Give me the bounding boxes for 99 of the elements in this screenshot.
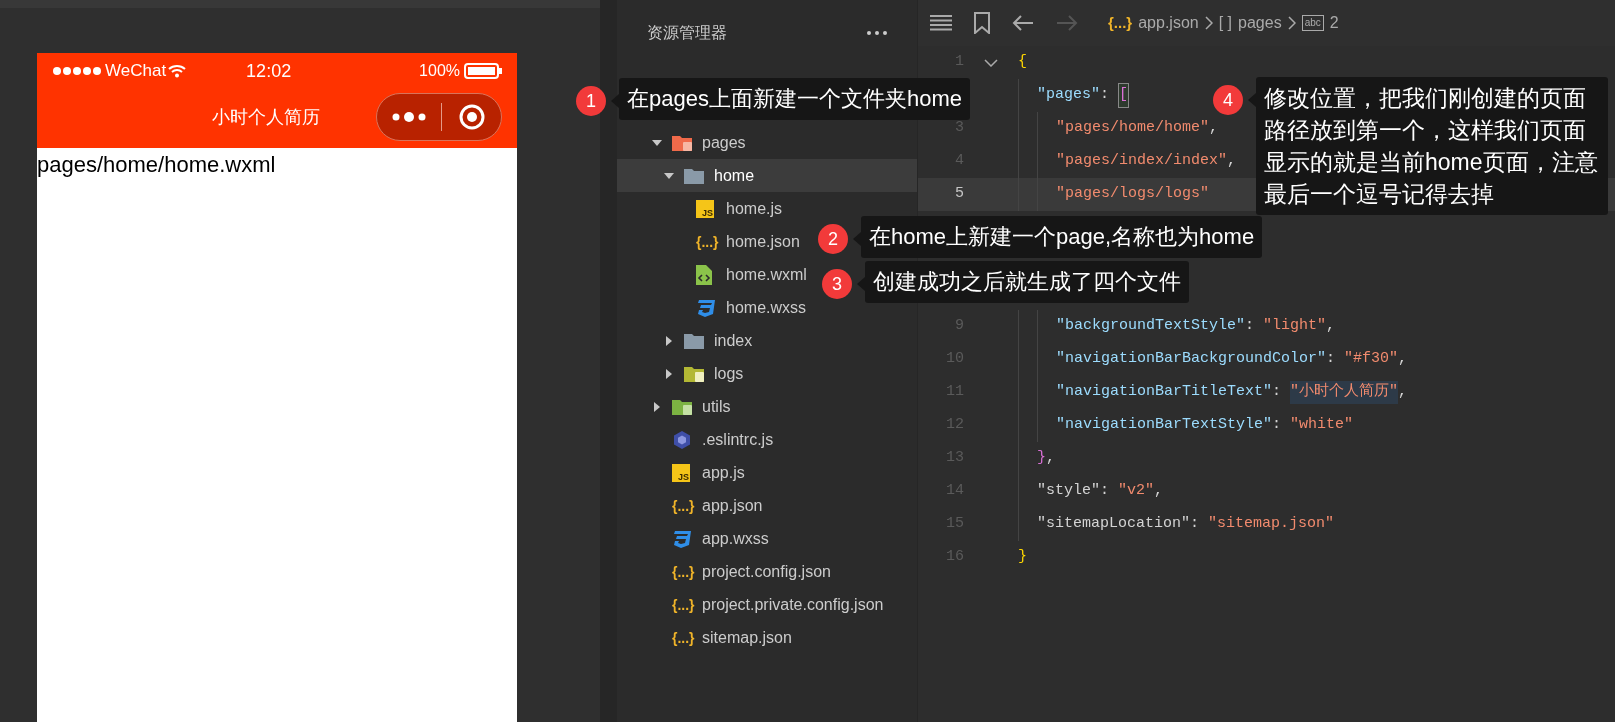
code-token: :	[1190, 514, 1201, 535]
file-tree-item[interactable]: utils	[617, 390, 917, 423]
code-token: "pages/logs/logs"	[1056, 184, 1210, 205]
caret-down-icon[interactable]	[664, 170, 674, 181]
folder-icon	[684, 166, 706, 185]
caret-right-icon[interactable]	[664, 368, 674, 379]
code-token: :	[1245, 316, 1256, 337]
breadcrumb-icon: [ ]	[1218, 11, 1233, 35]
file-tree-item[interactable]: logs	[617, 357, 917, 390]
file-tree-item[interactable]: {...} project.private.config.json	[617, 588, 917, 621]
breadcrumb-icon: {...}	[1108, 11, 1133, 35]
code-token: :	[1272, 382, 1283, 403]
capsule-button[interactable]	[376, 93, 502, 141]
json-file-icon: {...}	[672, 564, 695, 579]
hexagon-icon	[672, 429, 692, 450]
file-tree-item[interactable]: {...} project.config.json	[617, 555, 917, 588]
file-tree-item[interactable]: .eslintrc.js	[617, 423, 917, 456]
battery-icon	[464, 63, 502, 79]
fold-chevron-icon[interactable]	[984, 58, 998, 67]
splitter-handle[interactable]	[600, 0, 617, 722]
code-token: "sitemapLocation"	[1037, 514, 1191, 535]
code-token: :	[1326, 349, 1337, 370]
code-token: "#f30"	[1344, 349, 1399, 370]
code-token: "pages/index/index"	[1056, 151, 1228, 172]
file-tree-item[interactable]: index	[617, 324, 917, 357]
folder-icon	[672, 133, 694, 152]
code-token: :	[1100, 85, 1111, 106]
file-tree-item[interactable]: {...} sitemap.json	[617, 621, 917, 654]
carrier-name: WeChat	[105, 60, 167, 83]
close-target-icon[interactable]	[458, 103, 486, 131]
file-tree-item[interactable]: JS app.js	[617, 456, 917, 489]
file-tree-item[interactable]: home	[617, 159, 917, 192]
signal-dots-icon	[52, 66, 102, 76]
chevron-right-icon	[1287, 16, 1296, 30]
folder-icon	[672, 397, 694, 416]
json-file-icon: {...}	[672, 630, 695, 645]
breadcrumb-item[interactable]: app.json	[1138, 11, 1199, 35]
chevron-right-icon	[1204, 16, 1213, 30]
status-time: 12:02	[246, 59, 292, 83]
code-token: :	[1100, 481, 1111, 502]
code-token: {	[1018, 52, 1027, 73]
code-token: "navigationBarTextStyle"	[1056, 415, 1273, 436]
panel-title: 资源管理器	[647, 23, 727, 43]
json-file-icon: {...}	[696, 234, 719, 249]
js-file-icon: JS	[696, 199, 714, 218]
file-tree-item[interactable]: app.wxss	[617, 522, 917, 555]
callout-text: 修改位置，把我们刚创建的页面路径放到第一个，这样我们页面显示的就是当前home页面，注意最后一个逗号记得去掉	[1256, 77, 1608, 215]
code-token: [	[1118, 83, 1130, 108]
code-token: "sitemap.json"	[1208, 514, 1335, 535]
page-body-text: pages/home/home.wxml	[37, 151, 277, 179]
code-token: "pages/home/home"	[1056, 118, 1210, 139]
code-token: }	[1018, 547, 1027, 568]
code-token: ,	[1227, 151, 1237, 172]
code-token: ,	[1326, 316, 1336, 337]
file-tree-item[interactable]: pages	[617, 126, 917, 159]
wifi-icon	[168, 64, 187, 78]
code-token: "navigationBarBackgroundColor"	[1056, 349, 1327, 370]
code-token: "white"	[1290, 415, 1354, 436]
page-title: 小时个人简历	[212, 105, 320, 129]
folder-icon	[684, 364, 706, 383]
code-token: "style"	[1037, 481, 1100, 502]
more-icon[interactable]	[867, 31, 887, 35]
code-token: "backgroundTextStyle"	[1056, 316, 1246, 337]
caret-right-icon[interactable]	[664, 335, 674, 346]
caret-right-icon[interactable]	[652, 401, 662, 412]
bookmark-icon[interactable]	[974, 12, 990, 34]
js-file-icon: JS	[672, 463, 690, 482]
code-token: }	[1037, 448, 1046, 469]
callout-text: 在pages上面新建一个文件夹home	[619, 78, 970, 120]
back-arrow-icon[interactable]	[1012, 15, 1034, 31]
caret-down-icon[interactable]	[652, 137, 662, 148]
line-number: 5	[955, 184, 964, 205]
callout-pointer	[1248, 93, 1256, 107]
breadcrumb-item[interactable]: pages	[1238, 11, 1282, 35]
breadcrumb-icon: abc	[1301, 15, 1324, 31]
file-tree-item[interactable]: {...} app.json	[617, 489, 917, 522]
code-token: ,	[1046, 448, 1056, 469]
breadcrumb-item[interactable]: 2	[1329, 11, 1339, 35]
callout-text: 创建成功之后就生成了四个文件	[865, 261, 1189, 303]
code-token: ,	[1154, 481, 1164, 502]
code-token: "light"	[1263, 316, 1327, 337]
callout-text: 在home上新建一个page,名称也为home	[861, 216, 1263, 258]
code-file-icon	[696, 264, 712, 285]
battery-percent: 100%	[419, 61, 460, 81]
css-file-icon	[672, 529, 692, 548]
code-token: ,	[1209, 118, 1219, 139]
css-file-icon	[696, 298, 716, 317]
folder-icon	[684, 331, 706, 350]
json-file-icon: {...}	[672, 597, 695, 612]
code-token: "小时个人简历"	[1290, 381, 1399, 404]
code-token: ,	[1398, 382, 1408, 403]
list-icon[interactable]	[930, 15, 952, 31]
code-token: "navigationBarTitleText"	[1056, 382, 1273, 403]
code-token: "v2"	[1118, 481, 1155, 502]
code-token: "pages"	[1037, 85, 1100, 106]
json-file-icon: {...}	[672, 498, 695, 513]
code-token: ,	[1398, 349, 1408, 370]
more-dots-icon[interactable]	[391, 111, 427, 123]
code-token: :	[1272, 415, 1283, 436]
